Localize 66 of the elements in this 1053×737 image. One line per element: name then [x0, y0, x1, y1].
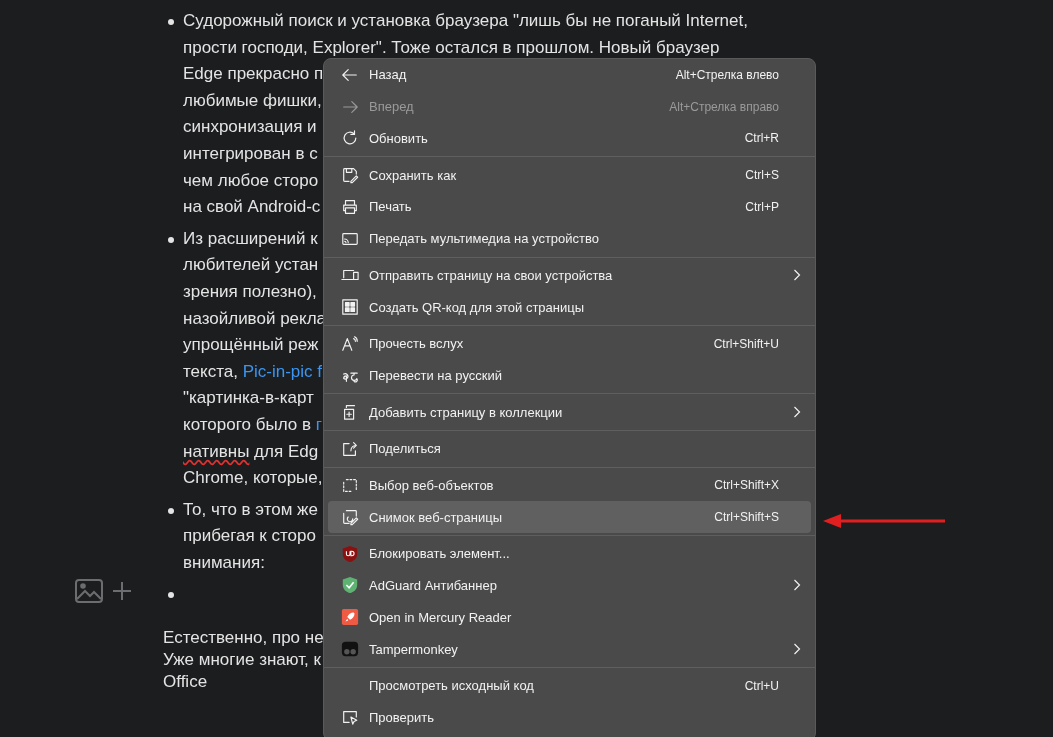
article-line: любимые фишки,	[183, 89, 322, 112]
rocket-icon	[341, 608, 359, 627]
menu-item[interactable]: AdGuard Антибаннер	[328, 569, 811, 602]
article-line: текста, Pic-in-pic f	[183, 360, 323, 383]
menu-item[interactable]: Передать мультимедиа на устройство	[328, 222, 811, 255]
menu-item[interactable]: Tampermonkey	[328, 633, 811, 665]
menu-item[interactable]: Обновить Ctrl+R	[328, 122, 811, 155]
link[interactable]: г	[315, 414, 322, 434]
menu-item[interactable]: Выбор веб-объектов Ctrl+Shift+X	[328, 469, 811, 502]
menu-item[interactable]: Проверить	[328, 701, 811, 734]
selection-icon	[341, 476, 359, 495]
menu-item[interactable]: Блокировать элемент...	[328, 537, 811, 570]
bullet-icon	[168, 19, 174, 25]
article-line: Chrome, которые,	[183, 467, 323, 490]
article-line: интегрирован в с	[183, 142, 318, 165]
save-icon	[341, 166, 359, 185]
chevron-right-icon	[793, 643, 801, 655]
paragraph-line: Естественно, про не	[163, 627, 324, 650]
article-line: которого было в г	[183, 413, 322, 436]
link[interactable]: Pic-in-pic f	[242, 361, 323, 381]
article-line: "картинка-в-карт	[183, 387, 314, 410]
chevron-right-icon	[793, 406, 801, 419]
shield-icon	[341, 544, 359, 563]
article-line: нативны для Edg	[183, 440, 319, 463]
paragraph-line: Office	[163, 671, 208, 694]
share-icon	[341, 439, 359, 458]
menu-item[interactable]: Прочесть вслух Ctrl+Shift+U	[328, 327, 811, 360]
screenshot-icon	[341, 508, 359, 527]
article-line: синхронизация и	[183, 116, 317, 139]
plus-icon[interactable]	[112, 581, 132, 602]
article-line: прости господи, Explorer". Тоже остался в прошлом. Новый браузер	[183, 36, 720, 59]
article-line: внимания:	[183, 551, 265, 574]
bullet-icon	[168, 236, 174, 243]
article-line: упрощённый реж	[183, 334, 319, 357]
menu-item[interactable]: Поделиться	[328, 432, 811, 465]
menu-item[interactable]: Open in Mercury Reader	[328, 601, 811, 634]
printer-icon	[341, 197, 359, 216]
bullet-icon	[168, 592, 174, 599]
article-line: прибегая к сторо	[183, 525, 316, 548]
menu-item[interactable]: Добавить страницу в коллекции	[328, 396, 811, 428]
menu-item[interactable]: Перевести на русский	[328, 359, 811, 392]
bullet-icon	[168, 507, 174, 514]
tampermonkey-icon	[341, 640, 359, 658]
menu-item[interactable]: Назад Alt+Стрелка влево	[328, 59, 811, 91]
article-line: Из расширений к	[183, 227, 318, 250]
inspect-icon	[341, 708, 359, 727]
article-line: Edge прекрасно п	[183, 63, 324, 86]
article-line: То, что в этом же	[183, 498, 318, 521]
article-line: Судорожный поиск и установка браузера "лишь бы не поганый Internet,	[183, 10, 748, 32]
paragraph-line: Уже многие знают, к	[163, 649, 321, 672]
article-line: на свой Android-с	[183, 196, 321, 219]
article-line: зрения полезно),	[183, 280, 317, 303]
chevron-right-icon	[793, 579, 801, 592]
qr-code-icon	[341, 298, 359, 317]
shield-check-icon	[341, 576, 359, 595]
menu-item[interactable]: Просмотреть исходный код Ctrl+U	[328, 669, 811, 702]
article-line: чем любое сторо	[183, 169, 319, 192]
image-icon[interactable]	[75, 579, 103, 604]
chevron-right-icon	[793, 269, 801, 282]
menu-item[interactable]: Отправить страницу на свои устройства	[328, 259, 811, 292]
menu-item[interactable]: Снимок веб-страницы Ctrl+Shift+S	[328, 501, 811, 533]
menu-item[interactable]: Печать Ctrl+P	[328, 191, 811, 223]
article-line: любителей устан	[183, 254, 319, 277]
read-aloud-icon	[341, 334, 359, 353]
menu-item[interactable]: Создать QR-код для этой страницы	[328, 291, 811, 323]
menu-item[interactable]: Сохранить как Ctrl+S	[328, 159, 811, 191]
